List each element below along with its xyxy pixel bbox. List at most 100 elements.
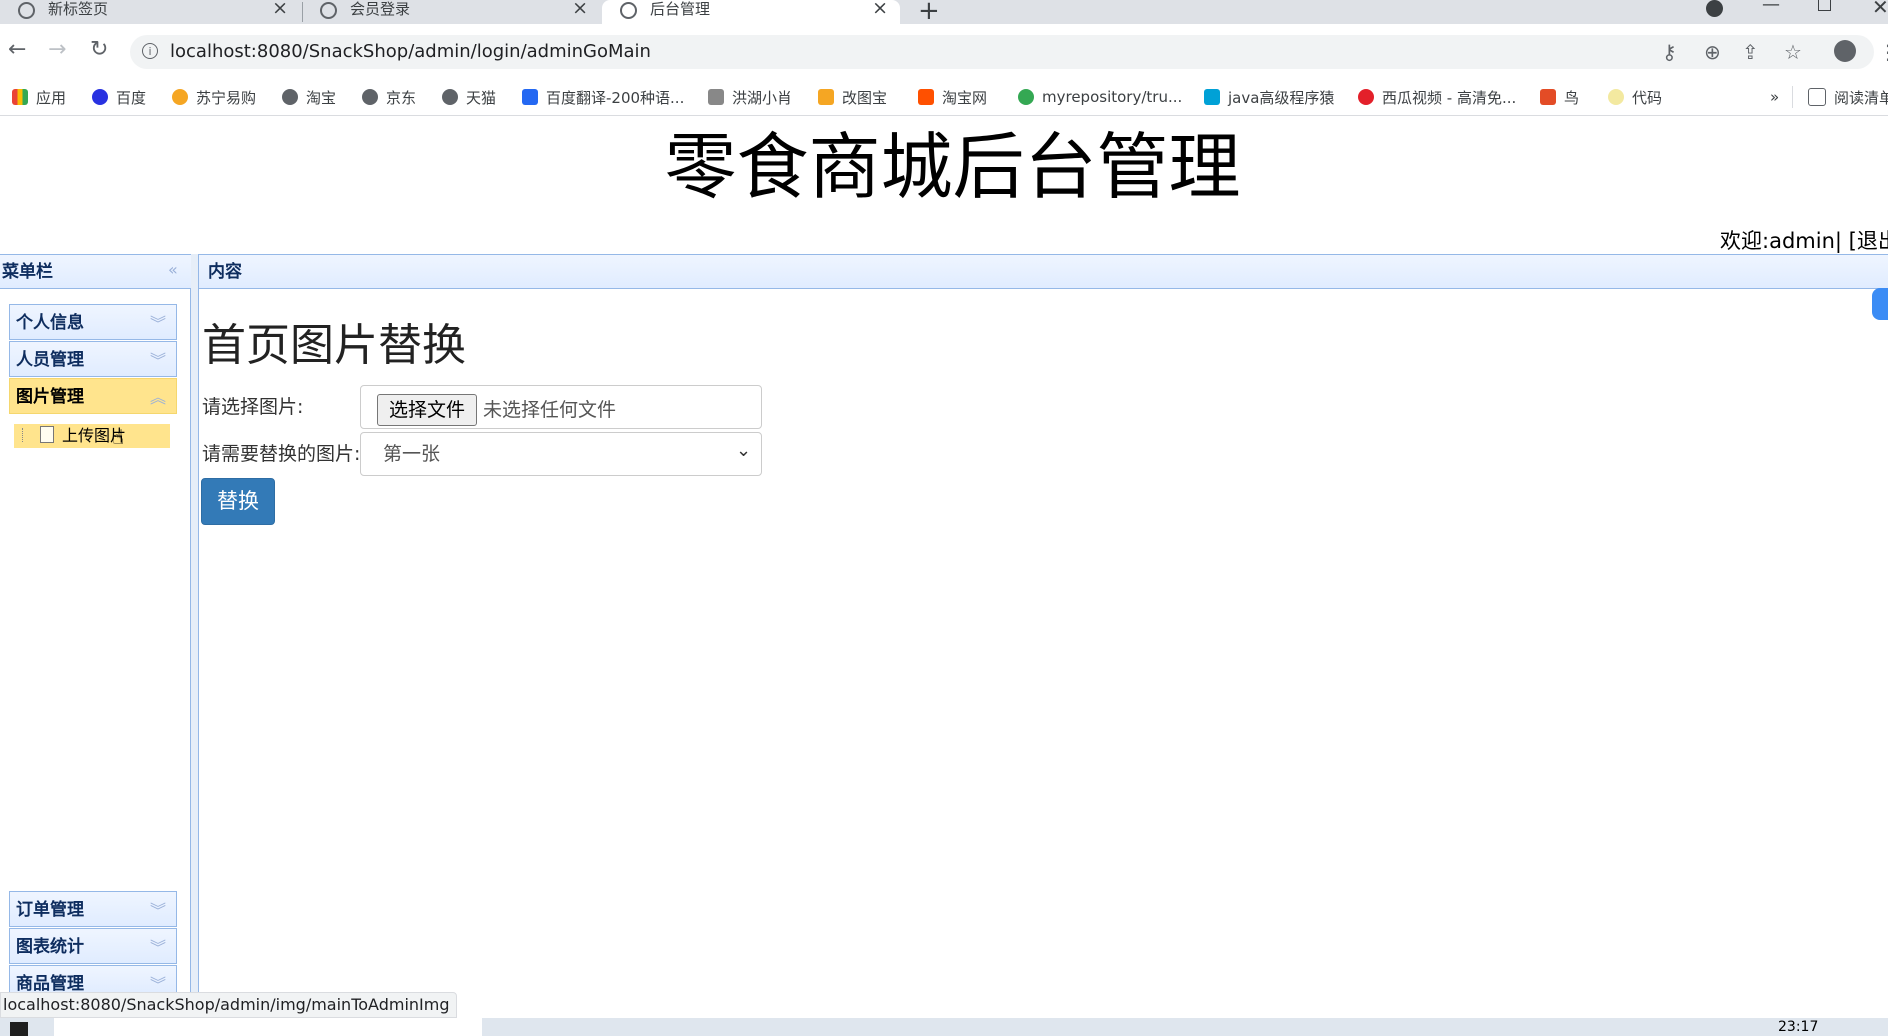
- chrome-icon: [1018, 89, 1034, 105]
- bookmark-item[interactable]: 鸟: [1540, 84, 1579, 110]
- replace-button[interactable]: 替换: [201, 478, 275, 525]
- globe-icon: [620, 2, 637, 19]
- sidebar-item-label: 人员管理: [16, 350, 84, 370]
- globe-icon: [282, 89, 298, 105]
- bookmark-item[interactable]: 天猫: [442, 84, 496, 110]
- sidebar-item-label: 图表统计: [16, 937, 84, 957]
- tab-title: 新标签页: [48, 0, 109, 18]
- restore-icon[interactable]: [1818, 0, 1831, 11]
- bookmarks-divider: [1792, 86, 1793, 108]
- sidebar-item-staff-management[interactable]: 人员管理 ︾: [9, 341, 177, 377]
- taskbar-clock: 23:17: [1778, 1019, 1819, 1035]
- welcome-logout[interactable]: 欢迎:admin| [退出]: [1720, 226, 1888, 256]
- start-icon[interactable]: [10, 1022, 28, 1036]
- bookmark-item[interactable]: 改图宝: [818, 84, 887, 110]
- profile-avatar-icon[interactable]: [1834, 40, 1856, 62]
- page-title: 零食商城后台管理: [664, 125, 1241, 209]
- chevron-up-icon: ︽: [149, 388, 166, 407]
- sidebar-item-personal-info[interactable]: 个人信息 ︾: [9, 304, 177, 340]
- layout-splitter[interactable]: [191, 254, 199, 1016]
- sidebar-title: 菜单栏: [2, 262, 53, 282]
- chevron-down-icon: ⌄: [736, 440, 752, 461]
- tab-title: 会员登录: [350, 0, 411, 18]
- select-image-label: 请选择图片:: [202, 396, 304, 418]
- bookmark-item[interactable]: 百度翻译-200种语...: [522, 84, 684, 110]
- forward-icon[interactable]: →: [48, 35, 66, 65]
- bird-icon: [1540, 89, 1556, 105]
- gaitubao-icon: [818, 89, 834, 105]
- bookmark-item[interactable]: java高级程序猿: [1204, 84, 1334, 110]
- sidebar-item-label: 个人信息: [16, 313, 84, 333]
- globe-icon: [362, 89, 378, 105]
- close-tab-icon[interactable]: ×: [872, 0, 888, 19]
- close-tab-icon[interactable]: ×: [572, 0, 588, 19]
- reload-icon[interactable]: ↻: [90, 35, 108, 65]
- sidebar-item-label: 商品管理: [16, 974, 84, 994]
- globe-icon: [442, 89, 458, 105]
- new-tab-button[interactable]: +: [918, 0, 940, 26]
- bookmark-item[interactable]: 代码: [1608, 84, 1662, 110]
- bookmark-icon: [708, 89, 724, 105]
- bookmark-item[interactable]: 应用: [12, 84, 66, 110]
- browser-tab[interactable]: 会员登录 ×: [302, 0, 600, 24]
- back-icon[interactable]: ←: [8, 35, 26, 65]
- taskbar-search[interactable]: [54, 1018, 482, 1036]
- tree-connector: [22, 428, 23, 442]
- zoom-icon[interactable]: ⊕: [1704, 40, 1721, 64]
- section-heading: 首页图片替换: [202, 320, 466, 371]
- sidebar-item-chart-statistics[interactable]: 图表统计 ︾: [9, 928, 177, 964]
- tab-title: 后台管理: [650, 0, 711, 18]
- replace-target-label: 请需要替换的图片:: [202, 443, 361, 465]
- close-tab-icon[interactable]: ×: [272, 0, 288, 19]
- bookmark-star-icon[interactable]: ☆: [1784, 40, 1802, 64]
- baidu-icon: [92, 89, 108, 105]
- tab-search-icon[interactable]: [1706, 0, 1723, 17]
- bookmark-item[interactable]: 苏宁易购: [172, 84, 256, 110]
- reading-list-button[interactable]: 阅读清单: [1808, 84, 1888, 110]
- content-header: [199, 254, 1888, 289]
- chevron-down-icon: ︾: [149, 901, 166, 920]
- code-icon: [1608, 89, 1624, 105]
- bookmark-item[interactable]: 淘宝: [282, 84, 336, 110]
- browser-tab[interactable]: 新标签页 ×: [0, 0, 300, 24]
- bookmark-item[interactable]: 百度: [92, 84, 146, 110]
- url-text[interactable]: localhost:8080/SnackShop/admin/login/adm…: [170, 41, 651, 63]
- choose-file-button[interactable]: 选择文件: [377, 394, 477, 426]
- content-title: 内容: [208, 262, 242, 282]
- collapse-left-icon[interactable]: «: [168, 260, 178, 279]
- bookmarks-overflow-button[interactable]: »: [1770, 84, 1779, 110]
- menu-icon[interactable]: ⋮: [1878, 40, 1888, 64]
- sidebar-item-label: 图片管理: [16, 387, 84, 407]
- status-bar-url: localhost:8080/SnackShop/admin/img/mainT…: [0, 992, 457, 1018]
- site-info-icon[interactable]: i: [142, 43, 158, 59]
- bookmark-item[interactable]: myrepository/tru...: [1018, 84, 1182, 110]
- select-value: 第一张: [383, 443, 441, 465]
- chrome-icon: [18, 2, 35, 19]
- hand-cursor-icon: ☝: [112, 425, 125, 449]
- key-icon[interactable]: ⚷: [1662, 40, 1677, 64]
- bookmark-item[interactable]: 西瓜视频 - 高清免...: [1358, 84, 1516, 110]
- globe-icon: [320, 2, 337, 19]
- bookmark-item[interactable]: 京东: [362, 84, 416, 110]
- reading-list-icon: [1808, 88, 1826, 106]
- chevron-down-icon: ︾: [149, 314, 166, 333]
- minimize-icon[interactable]: —: [1762, 0, 1780, 15]
- share-icon[interactable]: ⇪: [1742, 40, 1759, 64]
- chevron-down-icon: ︾: [149, 351, 166, 370]
- file-icon: [40, 426, 54, 443]
- sidebar-item-image-management[interactable]: 图片管理 ︽: [9, 378, 177, 414]
- file-status-text: 未选择任何文件: [483, 399, 617, 421]
- bookmark-item[interactable]: 淘宝网: [918, 84, 987, 110]
- browser-tab-active[interactable]: 后台管理 ×: [602, 0, 900, 24]
- close-window-icon[interactable]: ✕: [1872, 0, 1888, 19]
- sidebar-item-product-management[interactable]: 商品管理 ︾: [9, 965, 177, 995]
- suning-icon: [172, 89, 188, 105]
- taobao-icon: [918, 89, 934, 105]
- bookmark-item[interactable]: 洪湖小肖: [708, 84, 792, 110]
- bilibili-icon: [1204, 89, 1220, 105]
- xigua-icon: [1358, 89, 1374, 105]
- sidebar-item-order-management[interactable]: 订单管理 ︾: [9, 891, 177, 927]
- apps-grid-icon: [12, 89, 28, 105]
- chevron-down-icon: ︾: [149, 938, 166, 957]
- floating-tool-tab[interactable]: [1872, 288, 1888, 320]
